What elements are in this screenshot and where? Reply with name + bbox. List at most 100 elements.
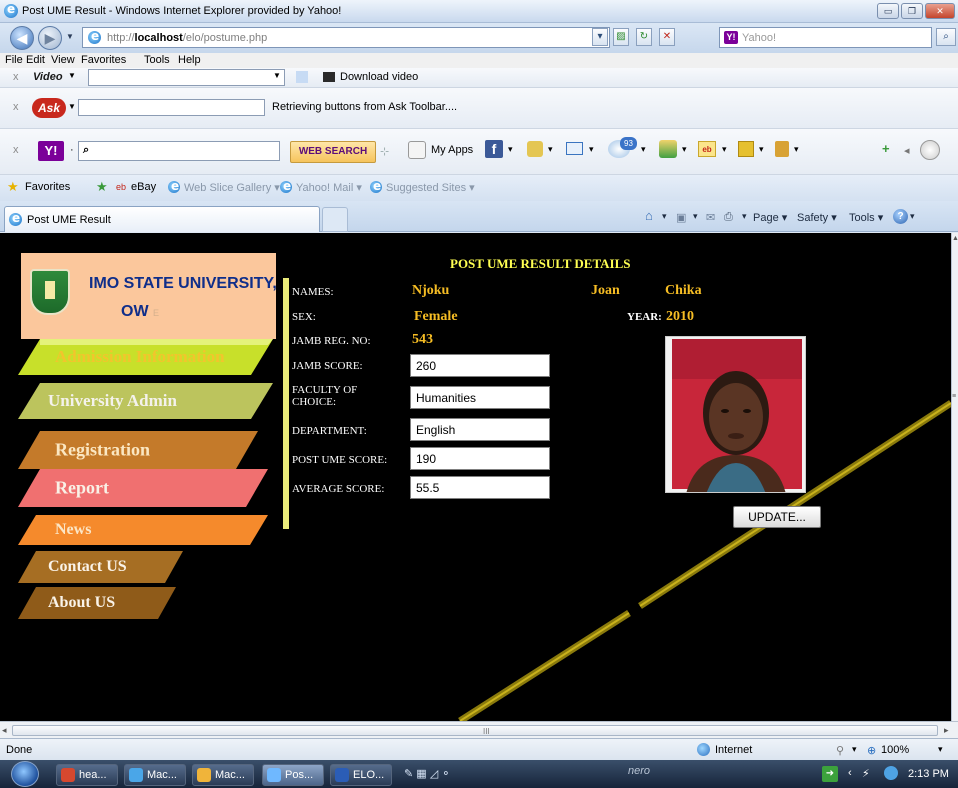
weather-dropdown-icon[interactable]: ▾ <box>641 144 646 155</box>
facebook-dropdown-icon[interactable]: ▾ <box>508 144 513 155</box>
page-menu[interactable]: Page ▾ <box>753 211 787 224</box>
quick-launch-icons[interactable]: ✎ ▦ ◿ ⚬ <box>404 767 450 780</box>
print-icon[interactable]: ⎙ <box>724 211 733 224</box>
scroll-grip-icon[interactable]: ≡ <box>952 393 956 400</box>
address-bar[interactable]: http://localhost/elo/postume.php <box>82 27 610 48</box>
facebook-icon[interactable]: f <box>485 140 503 158</box>
bookmark-dropdown-icon[interactable]: ▾ <box>548 144 553 155</box>
video-search-field[interactable] <box>88 69 285 86</box>
help-dropdown-icon[interactable]: ▾ <box>910 211 915 222</box>
ask-dropdown-icon[interactable]: ▼ <box>68 102 76 111</box>
favorites-button[interactable]: Favorites <box>25 181 70 193</box>
feeds-icon[interactable]: ▣ <box>676 211 686 224</box>
close-yahoo-toolbar-icon[interactable]: x <box>13 144 19 156</box>
my-apps-button[interactable]: My Apps <box>431 144 473 156</box>
nav-admission-information[interactable]: Admission Information <box>18 339 273 375</box>
scroll-right-icon[interactable]: ▸ <box>944 725 949 736</box>
add-button-icon[interactable]: + <box>882 142 894 155</box>
nav-news[interactable]: News <box>18 515 268 545</box>
video-toolbar-label[interactable]: Video <box>33 71 63 83</box>
tools-menu[interactable]: Tools ▾ <box>849 211 883 224</box>
nav-university-admin[interactable]: University Admin <box>18 383 273 419</box>
horizontal-scrollbar[interactable]: ◂ III ▸ <box>0 721 958 738</box>
tab-post-ume-result[interactable]: Post UME Result <box>4 206 320 232</box>
power-icon[interactable]: ⚡ <box>862 767 870 780</box>
add-favorite-icon[interactable]: ★ <box>96 179 108 195</box>
nav-contact-us[interactable]: Contact US <box>18 551 183 583</box>
minimize-button[interactable]: ▭ <box>877 3 899 19</box>
address-url[interactable]: http://localhost/elo/postume.php <box>107 32 267 44</box>
yahoo-dropdown-icon[interactable]: · <box>70 144 74 156</box>
yahoo-search-field[interactable]: ⌕ <box>78 141 280 161</box>
notes-icon[interactable] <box>738 141 754 157</box>
zoom-icon[interactable]: ⊕ <box>867 744 876 757</box>
search-input[interactable]: Y! Yahoo! <box>719 27 932 48</box>
favorite-yahoo-mail[interactable]: Yahoo! Mail ▾ <box>296 181 362 194</box>
taskbar-item-2[interactable]: Mac... <box>124 764 186 786</box>
read-mail-icon[interactable]: ✉ <box>706 211 715 224</box>
video-field-dropdown-icon[interactable]: ▼ <box>273 71 281 80</box>
favorite-suggested-sites[interactable]: Suggested Sites ▾ <box>386 181 475 194</box>
web-search-button[interactable]: WEB SEARCH <box>290 141 376 163</box>
restore-button[interactable]: ❐ <box>901 3 923 19</box>
settings-gear-icon[interactable] <box>920 140 940 160</box>
shopping-icon[interactable] <box>775 141 789 157</box>
post-ume-score-field[interactable]: 190 <box>410 447 550 470</box>
close-ask-toolbar-icon[interactable]: x <box>13 101 19 113</box>
zoom-dropdown-icon[interactable]: ▾ <box>938 744 943 755</box>
toolbar-scroll-left-icon[interactable]: ◂ <box>904 144 910 157</box>
menu-favorites[interactable]: Favorites <box>81 54 126 66</box>
mail-dropdown-icon[interactable]: ▾ <box>589 144 594 155</box>
taskbar-item-1[interactable]: hea... <box>56 764 118 786</box>
stop-button[interactable]: ✕ <box>659 28 675 46</box>
menu-help[interactable]: Help <box>178 54 201 66</box>
notes-dropdown-icon[interactable]: ▾ <box>759 144 764 155</box>
games-icon[interactable] <box>659 140 677 158</box>
university-logo-banner[interactable]: IMO STATE UNIVERSITY, OW E <box>21 253 277 339</box>
history-dropdown-icon[interactable]: ▼ <box>66 32 74 41</box>
home-icon[interactable]: ⌂ <box>645 208 653 223</box>
ebay-dropdown-icon[interactable]: ▾ <box>722 144 727 155</box>
menu-view[interactable]: View <box>51 54 75 66</box>
ask-logo-icon[interactable]: Ask <box>32 98 66 118</box>
address-dropdown-button[interactable]: ▾ <box>592 28 608 46</box>
download-video-button[interactable]: Download video <box>340 71 418 83</box>
yahoo-logo-icon[interactable]: Y! <box>38 141 64 161</box>
bookmark-icon[interactable] <box>527 141 543 157</box>
menu-file[interactable]: File <box>5 54 23 66</box>
taskbar-item-4[interactable]: Pos... <box>262 764 324 786</box>
system-clock[interactable]: 2:13 PM <box>908 768 949 780</box>
menu-tools[interactable]: Tools <box>144 54 170 66</box>
start-button-icon[interactable] <box>11 761 39 787</box>
scroll-left-icon[interactable]: ◂ <box>2 725 7 736</box>
department-field[interactable]: English <box>410 418 550 441</box>
video-dropdown-icon[interactable]: ▼ <box>68 71 76 80</box>
compatibility-icon[interactable]: ▨ <box>613 28 629 46</box>
search-button[interactable]: ⌕ <box>936 28 956 46</box>
close-toolbar-icon[interactable]: x <box>13 71 19 83</box>
tray-expand-icon[interactable]: ‹ <box>848 767 852 779</box>
favorite-ebay[interactable]: eBay <box>131 181 156 193</box>
search-more-icon[interactable]: ⊹ <box>380 145 389 158</box>
update-button[interactable]: UPDATE... <box>733 506 821 528</box>
ebay-icon[interactable]: eb <box>698 141 716 157</box>
forward-button[interactable]: ▶ <box>38 26 62 50</box>
shopping-dropdown-icon[interactable]: ▾ <box>794 144 799 155</box>
close-button[interactable]: ✕ <box>925 3 955 19</box>
tray-app-icon[interactable] <box>884 766 898 780</box>
average-score-field[interactable]: 55.5 <box>410 476 550 499</box>
new-tab-button[interactable] <box>322 207 348 232</box>
feeds-dropdown-icon[interactable]: ▾ <box>693 211 698 222</box>
menu-edit[interactable]: Edit <box>26 54 45 66</box>
horizontal-scroll-thumb[interactable]: III <box>12 725 938 736</box>
safety-menu[interactable]: Safety ▾ <box>797 211 837 224</box>
back-button[interactable]: ◀ <box>10 26 34 50</box>
zoom-level[interactable]: 100% <box>881 744 909 756</box>
favorite-web-slice[interactable]: Web Slice Gallery ▾ <box>184 181 280 194</box>
network-icon[interactable]: ➜ <box>822 766 838 782</box>
mail-icon[interactable] <box>566 142 583 155</box>
security-zone-text[interactable]: Internet <box>715 744 752 756</box>
protected-mode-dropdown-icon[interactable]: ▾ <box>852 744 857 755</box>
nav-about-us[interactable]: About US <box>18 587 176 619</box>
scroll-up-icon[interactable]: ▲ <box>952 235 958 242</box>
